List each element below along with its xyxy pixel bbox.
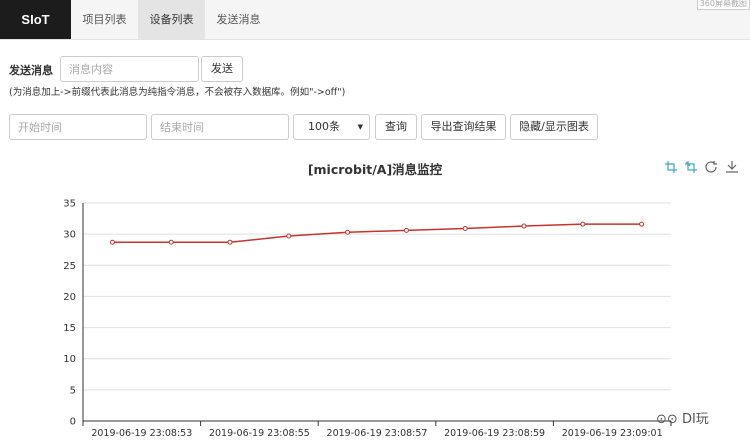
x-tick-label: 2019-06-19 23:08:53 <box>91 428 192 439</box>
y-tick-label: 5 <box>70 385 76 396</box>
data-point <box>521 223 527 229</box>
data-point <box>168 239 174 245</box>
data-point <box>345 229 351 235</box>
y-tick-label: 30 <box>63 230 76 241</box>
watermark-text: DI玩 <box>681 412 709 427</box>
y-tick-label: 20 <box>63 292 76 303</box>
wechat-icon: ⊙⊙ <box>656 412 678 427</box>
x-tick-label: 2019-06-19 23:09:01 <box>562 428 663 439</box>
series-line <box>112 223 642 243</box>
y-tick-label: 35 <box>63 199 76 210</box>
watermark: ⊙⊙ DI玩 <box>656 408 709 427</box>
x-tick-label: 2019-06-19 23:08:55 <box>209 428 310 439</box>
data-point <box>286 233 292 239</box>
data-point <box>580 221 586 227</box>
data-point <box>227 239 233 245</box>
data-point <box>462 226 468 232</box>
y-tick-label: 15 <box>63 323 76 334</box>
data-point <box>403 227 409 233</box>
data-point <box>639 221 645 227</box>
y-tick-label: 10 <box>63 354 76 365</box>
y-tick-label: 25 <box>63 261 76 272</box>
line-chart: 0 5 10 15 20 25 30 35 2019-06-19 23:08:53 2019-06… <box>63 199 672 439</box>
x-tick-label: 2019-06-19 23:08:57 <box>327 428 428 439</box>
x-tick-label: 2019-06-19 23:08:59 <box>444 428 545 439</box>
data-point <box>109 239 115 245</box>
y-tick-label: 0 <box>70 417 76 428</box>
